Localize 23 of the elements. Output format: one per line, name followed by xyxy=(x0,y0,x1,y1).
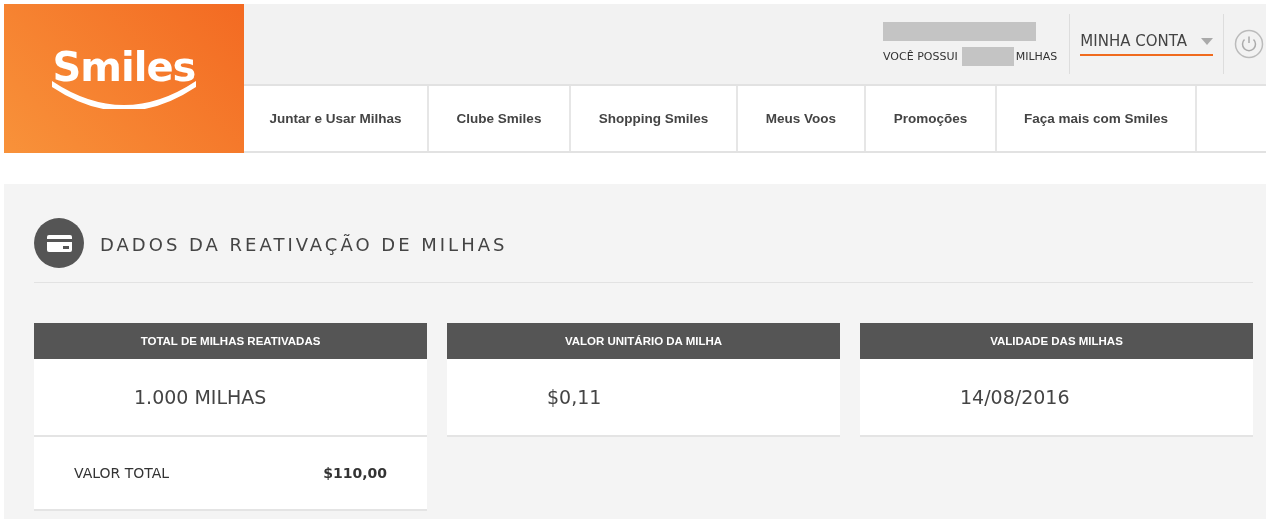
miles-label: MILHAS xyxy=(1015,50,1058,63)
nav-link[interactable]: Promoções xyxy=(866,86,997,151)
nav-link[interactable]: Shopping Smiles xyxy=(571,86,738,151)
card-header: TOTAL DE MILHAS REATIVADAS xyxy=(34,323,427,359)
card-header: VALIDADE DAS MILHAS xyxy=(860,323,1253,359)
total-label: VALOR TOTAL xyxy=(74,465,170,481)
card-value: 14/08/2016 xyxy=(960,386,1070,408)
card-value: $0,11 xyxy=(547,386,602,408)
card-header: VALOR UNITÁRIO DA MILHA xyxy=(447,323,840,359)
caret-icon xyxy=(1201,37,1213,45)
nav-link[interactable]: Clube Smiles xyxy=(429,86,571,151)
credit-card-icon xyxy=(34,218,86,270)
nav-link[interactable]: Meus Voos xyxy=(738,86,866,151)
nav-link[interactable]: Faça mais com Smiles xyxy=(997,86,1197,151)
card-value: 1.000 MILHAS xyxy=(134,386,267,408)
logo-text: Smiles xyxy=(52,44,196,89)
nav-link[interactable]: Juntar e Usar Milhas xyxy=(244,86,429,151)
miles-label: VOCÊ POSSUI xyxy=(883,50,958,63)
account-menu[interactable]: MINHA CONTA xyxy=(1080,32,1213,56)
power-icon[interactable] xyxy=(1234,29,1264,59)
total-value: $110,00 xyxy=(323,465,387,481)
redaction-bar xyxy=(961,47,1014,66)
section-title: DADOS DA REATIVAÇÃO DE MILHAS xyxy=(100,233,508,255)
